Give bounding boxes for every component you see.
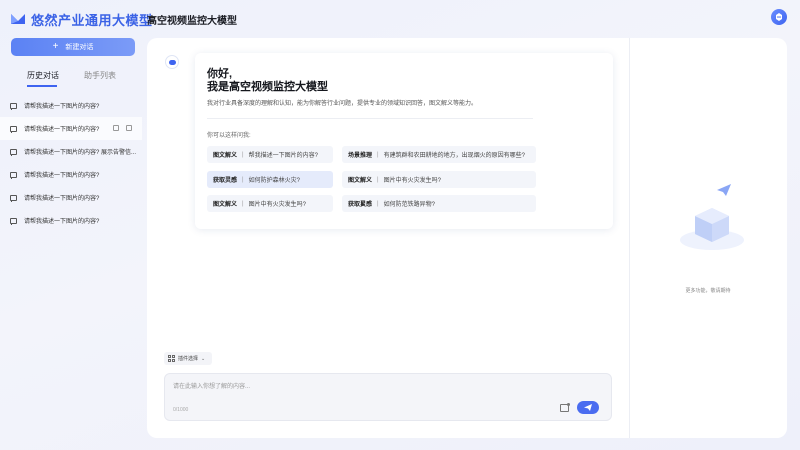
- history-item-label: 请帮我描述一下图片的内容?: [24, 127, 100, 133]
- history-item[interactable]: 请帮我描述一下图片的内容?: [0, 94, 142, 117]
- chat-bubble-icon: [10, 102, 17, 110]
- suggestion-text: 图片中有火灾发生吗?: [248, 202, 306, 208]
- new-chat-label: 新建对话: [65, 44, 94, 51]
- tab-history[interactable]: 历史对话: [27, 70, 59, 81]
- suggestion-text: 如何防护森林火灾?: [248, 178, 300, 184]
- history-item-label: 请帮我描述一下图片的内容? 展示告警信...: [24, 150, 137, 156]
- suggestion-chip[interactable]: 场景推理 | 有建筑群和农田耕地的地方，出现烟火的原因有哪些?: [342, 146, 536, 163]
- chevron-down-icon: ⌄: [201, 355, 206, 362]
- ask-label: 你可以这样问我:: [207, 133, 251, 139]
- history-item[interactable]: 请帮我描述一下图片的内容?: [0, 163, 142, 186]
- user-avatar[interactable]: [771, 9, 787, 25]
- sidebar-tabs: 历史对话 助手列表: [0, 70, 140, 90]
- chat-bubble-icon: [10, 217, 17, 225]
- chat-bubble-icon: [10, 194, 17, 202]
- chat-bubble-icon: [10, 125, 17, 133]
- suggestion-text: 如何防范铁路异物?: [383, 202, 435, 208]
- bot-avatar: [165, 55, 179, 69]
- history-item[interactable]: 请帮我描述一下图片的内容? 展示告警信...: [0, 140, 142, 163]
- new-chat-button[interactable]: + 新建对话: [11, 38, 135, 56]
- chat-input[interactable]: 请在此输入你想了解的内容... 0/1000: [164, 373, 612, 421]
- brand-name: 悠然产业通用大模型: [31, 12, 153, 28]
- send-icon: [584, 404, 592, 411]
- main-panel: 你好, 我是高空视频监控大模型 我对行业具备深度的理解和认知，能为你解答行业问题…: [147, 38, 787, 438]
- plugin-select[interactable]: 插件选择 ⌄: [164, 352, 212, 365]
- suggestion-text: 图片中有火灾发生吗?: [383, 178, 441, 184]
- suggestion-chip[interactable]: 获取灵感 | 如何防范铁路异物?: [342, 195, 536, 212]
- tab-assistants[interactable]: 助手列表: [84, 70, 116, 81]
- suggestion-chip[interactable]: 图文解义 | 图片中有火灾发生吗?: [207, 195, 333, 212]
- brand: 悠然产业通用大模型: [10, 10, 153, 28]
- suggestion-chip[interactable]: 获取灵感 | 如何防护森林火灾?: [207, 171, 333, 188]
- panel-divider: [629, 38, 630, 438]
- send-button[interactable]: [577, 401, 599, 414]
- history-item-label: 请帮我描述一下图片的内容?: [24, 219, 100, 225]
- suggestion-tag: 场景推理: [348, 153, 373, 159]
- suggestion-chip[interactable]: 图文解义 | 帮我描述一下图片的内容?: [207, 146, 333, 163]
- empty-state-text: 更多功能，敬请期待: [685, 288, 731, 294]
- history-item-label: 请帮我描述一下图片的内容?: [24, 104, 100, 110]
- logo-icon: [11, 14, 25, 24]
- input-placeholder: 请在此输入你想了解的内容...: [173, 384, 251, 390]
- history-item[interactable]: 请帮我描述一下图片的内容?: [0, 186, 142, 209]
- robot-icon: [776, 13, 782, 21]
- welcome-card: 你好, 我是高空视频监控大模型 我对行业具备深度的理解和认知，能为你解答行业问题…: [195, 53, 613, 229]
- divider: [207, 118, 533, 119]
- history-list: 请帮我描述一下图片的内容? 请帮我描述一下图片的内容? 请帮我描述一下图片的内容…: [0, 94, 142, 232]
- plus-icon: +: [52, 41, 59, 52]
- image-upload-icon[interactable]: [560, 403, 570, 412]
- chat-bubble-icon: [10, 171, 17, 179]
- page-title: 高空视频监控大模型: [147, 16, 237, 27]
- suggestion-tag: 图文解义: [213, 202, 238, 208]
- intro-text: 我对行业具备深度的理解和认知，能为你解答行业问题，提供专业的领域知识回答，图文解…: [207, 101, 478, 107]
- plugin-select-label: 插件选择: [178, 356, 199, 362]
- suggestion-tag: 图文解义: [213, 153, 238, 159]
- history-item-label: 请帮我描述一下图片的内容?: [24, 173, 100, 179]
- grid-icon: [168, 355, 175, 362]
- suggestion-tag: 获取灵感: [213, 178, 238, 184]
- delete-icon[interactable]: [126, 125, 132, 131]
- greeting-line2: 我是高空视频监控大模型: [207, 81, 328, 93]
- suggestion-text: 帮我描述一下图片的内容?: [248, 153, 318, 159]
- history-item[interactable]: 请帮我描述一下图片的内容?: [0, 209, 142, 232]
- suggestion-chip[interactable]: 图文解义 | 图片中有火灾发生吗?: [342, 171, 536, 188]
- history-item[interactable]: 请帮我描述一下图片的内容?: [0, 117, 142, 140]
- char-count: 0/1000: [173, 407, 189, 413]
- bot-icon: [168, 59, 176, 65]
- history-item-label: 请帮我描述一下图片的内容?: [24, 196, 100, 202]
- tab-active-indicator: [27, 85, 57, 87]
- edit-icon[interactable]: [113, 125, 119, 131]
- empty-box-icon: [680, 184, 744, 250]
- suggestion-text: 有建筑群和农田耕地的地方，出现烟火的原因有哪些?: [383, 153, 525, 159]
- suggestion-tag: 图文解义: [348, 178, 373, 184]
- chat-bubble-icon: [10, 148, 17, 156]
